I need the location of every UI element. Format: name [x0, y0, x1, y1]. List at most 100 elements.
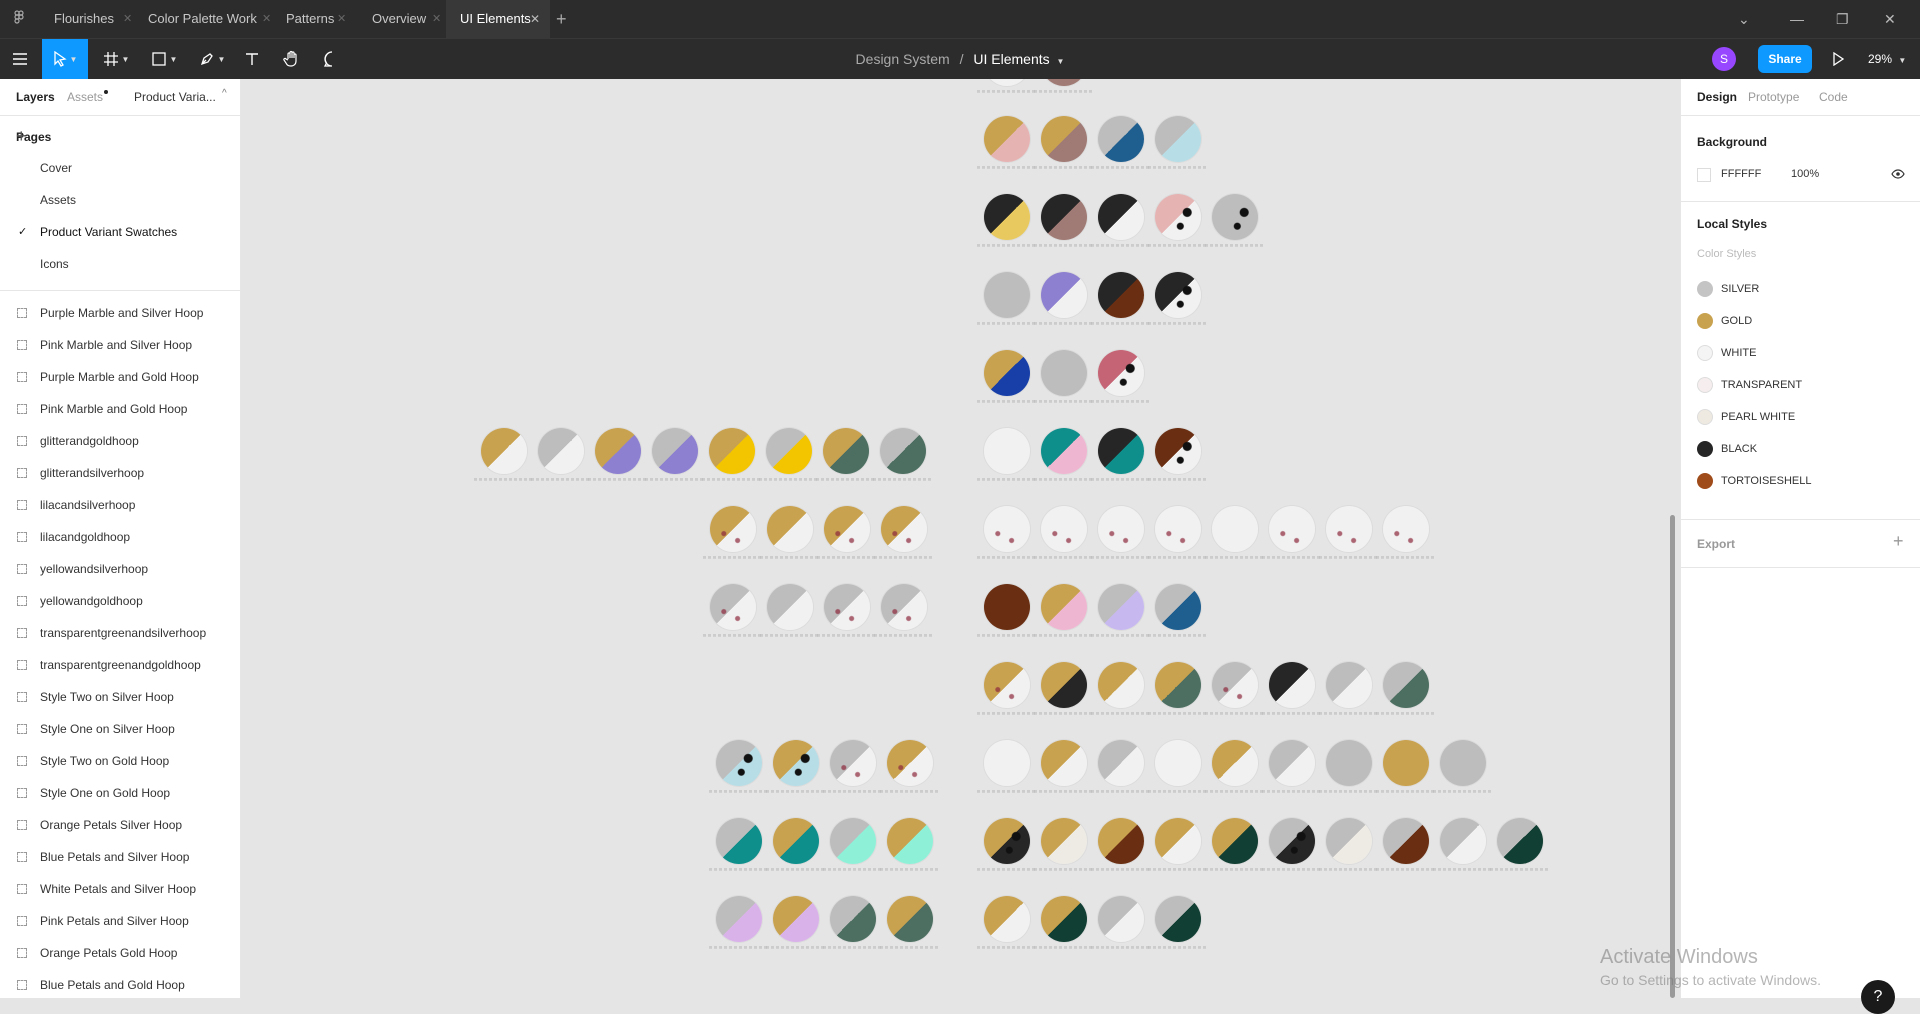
layer-item[interactable]: White Petals and Silver Hoop: [0, 873, 240, 905]
swatch-thumbnail[interactable]: [1098, 506, 1144, 552]
share-button[interactable]: Share: [1758, 45, 1812, 73]
layer-item[interactable]: yellowandgoldhoop: [0, 585, 240, 617]
background-hex[interactable]: FFFFFF: [1721, 168, 1761, 180]
layer-item[interactable]: Orange Petals Silver Hoop: [0, 809, 240, 841]
swatch-thumbnail[interactable]: [1041, 506, 1087, 552]
swatch-thumbnail[interactable]: [1212, 506, 1258, 552]
swatch-thumbnail[interactable]: [984, 272, 1030, 318]
swatch-thumbnail[interactable]: [881, 506, 927, 552]
page-item[interactable]: Cover: [0, 152, 240, 184]
swatch-thumbnail[interactable]: [538, 428, 584, 474]
swatch-thumbnail[interactable]: [1041, 116, 1087, 162]
swatch-thumbnail[interactable]: [1098, 350, 1144, 396]
page-item[interactable]: Icons: [0, 248, 240, 280]
swatch-thumbnail[interactable]: [1041, 662, 1087, 708]
tab-design[interactable]: Design: [1697, 90, 1737, 104]
chevron-down-icon[interactable]: ▼: [1057, 57, 1065, 66]
layer-item[interactable]: glitterandsilverhoop: [0, 457, 240, 489]
swatch-thumbnail[interactable]: [1383, 818, 1429, 864]
swatch-thumbnail[interactable]: [1326, 662, 1372, 708]
layer-item[interactable]: transparentgreenandsilverhoop: [0, 617, 240, 649]
swatch-thumbnail[interactable]: [710, 506, 756, 552]
swatch-thumbnail[interactable]: [1041, 272, 1087, 318]
swatch-thumbnail[interactable]: [1098, 818, 1144, 864]
swatch-thumbnail[interactable]: [1098, 584, 1144, 630]
tab-patterns[interactable]: Patterns: [272, 0, 372, 38]
layer-item[interactable]: Purple Marble and Silver Hoop: [0, 297, 240, 329]
swatch-thumbnail[interactable]: [823, 428, 869, 474]
swatch-thumbnail[interactable]: [1041, 428, 1087, 474]
swatch-thumbnail[interactable]: [887, 896, 933, 942]
swatch-thumbnail[interactable]: [1440, 740, 1486, 786]
swatch-thumbnail[interactable]: [1041, 740, 1087, 786]
chevron-down-icon[interactable]: ⌄: [1738, 0, 1750, 38]
tab-overview[interactable]: Overview: [358, 0, 458, 38]
swatch-thumbnail[interactable]: [1155, 584, 1201, 630]
avatar[interactable]: S: [1712, 47, 1736, 71]
swatch-thumbnail[interactable]: [1269, 662, 1315, 708]
swatch-thumbnail[interactable]: [1155, 116, 1201, 162]
swatch-thumbnail[interactable]: [709, 428, 755, 474]
swatch-thumbnail[interactable]: [1098, 896, 1144, 942]
swatch-thumbnail[interactable]: [881, 584, 927, 630]
layer-item[interactable]: Blue Petals and Gold Hoop: [0, 969, 240, 998]
swatch-thumbnail[interactable]: [984, 662, 1030, 708]
swatch-thumbnail[interactable]: [716, 740, 762, 786]
swatch-thumbnail[interactable]: [1041, 79, 1087, 86]
swatch-thumbnail[interactable]: [773, 818, 819, 864]
page-item[interactable]: ✓ Product Variant Swatches: [0, 216, 240, 248]
close-tab-icon[interactable]: ✕: [432, 0, 441, 38]
swatch-thumbnail[interactable]: [1155, 272, 1201, 318]
swatch-thumbnail[interactable]: [716, 818, 762, 864]
swatch-thumbnail[interactable]: [767, 506, 813, 552]
swatch-thumbnail[interactable]: [984, 584, 1030, 630]
current-page-selector[interactable]: Product Varia...: [134, 90, 216, 104]
breadcrumb-project[interactable]: Design System: [856, 51, 950, 67]
swatch-thumbnail[interactable]: [1098, 662, 1144, 708]
layer-item[interactable]: transparentgreenandgoldhoop: [0, 649, 240, 681]
page-item[interactable]: Assets: [0, 184, 240, 216]
swatch-thumbnail[interactable]: [984, 350, 1030, 396]
chevron-up-icon[interactable]: ^: [222, 88, 227, 99]
layer-item[interactable]: lilacandgoldhoop: [0, 521, 240, 553]
swatch-thumbnail[interactable]: [1041, 584, 1087, 630]
layer-item[interactable]: Pink Marble and Silver Hoop: [0, 329, 240, 361]
swatch-thumbnail[interactable]: [824, 584, 870, 630]
layer-item[interactable]: Style Two on Silver Hoop: [0, 681, 240, 713]
layer-item[interactable]: yellowandsilverhoop: [0, 553, 240, 585]
swatch-thumbnail[interactable]: [1098, 428, 1144, 474]
shape-tool-button[interactable]: ▼: [146, 39, 182, 79]
swatch-thumbnail[interactable]: [1326, 818, 1372, 864]
swatch-thumbnail[interactable]: [1212, 740, 1258, 786]
background-opacity[interactable]: 100%: [1791, 168, 1819, 180]
swatch-thumbnail[interactable]: [1098, 272, 1144, 318]
close-tab-icon[interactable]: ✕: [123, 0, 132, 38]
add-page-icon[interactable]: +: [16, 126, 224, 147]
tab-ui-elements[interactable]: UI Elements ✕: [446, 0, 550, 38]
swatch-thumbnail[interactable]: [1269, 740, 1315, 786]
layer-item[interactable]: Style One on Gold Hoop: [0, 777, 240, 809]
hand-tool-button[interactable]: [280, 39, 304, 79]
swatch-thumbnail[interactable]: [984, 116, 1030, 162]
swatch-thumbnail[interactable]: [1155, 896, 1201, 942]
swatch-thumbnail[interactable]: [830, 818, 876, 864]
swatch-thumbnail[interactable]: [1212, 662, 1258, 708]
close-window-icon[interactable]: ✕: [1884, 0, 1896, 38]
swatch-thumbnail[interactable]: [880, 428, 926, 474]
swatch-thumbnail[interactable]: [1497, 818, 1543, 864]
help-button[interactable]: ?: [1861, 980, 1895, 1014]
swatch-thumbnail[interactable]: [1041, 896, 1087, 942]
tab-layers[interactable]: Layers: [16, 90, 55, 104]
close-tab-icon[interactable]: ✕: [262, 0, 271, 38]
layer-item[interactable]: Blue Petals and Silver Hoop: [0, 841, 240, 873]
swatch-thumbnail[interactable]: [1098, 194, 1144, 240]
add-export-icon[interactable]: +: [1893, 531, 1904, 552]
swatch-thumbnail[interactable]: [1155, 662, 1201, 708]
swatch-thumbnail[interactable]: [984, 506, 1030, 552]
layer-item[interactable]: Pink Petals and Silver Hoop: [0, 905, 240, 937]
swatch-thumbnail[interactable]: [1098, 740, 1144, 786]
swatch-thumbnail[interactable]: [1155, 818, 1201, 864]
swatch-thumbnail[interactable]: [1212, 818, 1258, 864]
swatch-thumbnail[interactable]: [830, 740, 876, 786]
swatch-thumbnail[interactable]: [1212, 194, 1258, 240]
